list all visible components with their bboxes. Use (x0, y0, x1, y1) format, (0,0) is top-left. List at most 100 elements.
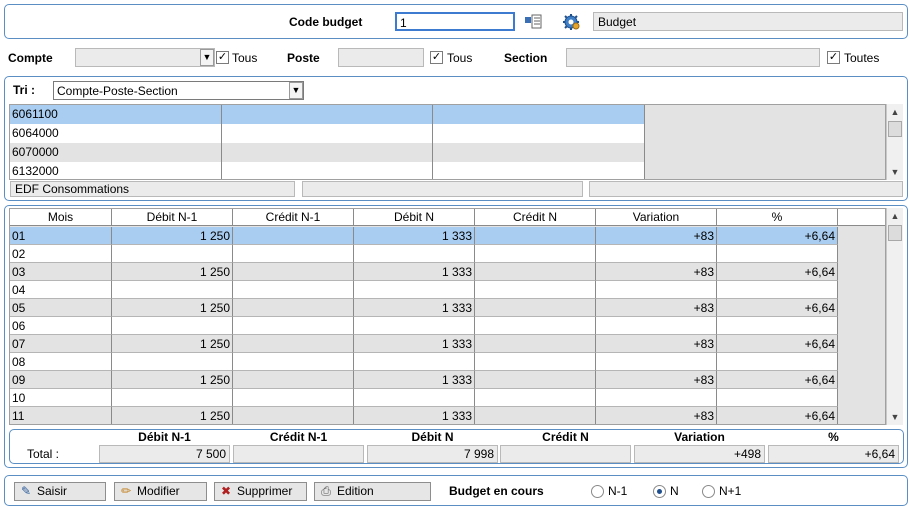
compte-tous-label: Tous (232, 51, 258, 65)
list-cell-poste (222, 143, 433, 162)
section-field[interactable] (566, 48, 820, 67)
table-row[interactable]: 10 (10, 389, 838, 407)
list-budget-icon[interactable] (524, 13, 542, 30)
modifier-label: Modifier (137, 484, 180, 498)
column-header-debit-n1[interactable]: Débit N-1 (112, 209, 233, 226)
cell-mois: 01 (10, 227, 112, 245)
edition-label: Edition (337, 484, 374, 498)
cell-variation (596, 245, 717, 263)
section-toutes-checkbox[interactable]: ✓ (827, 51, 840, 64)
radio-n-plus-1[interactable] (702, 485, 715, 498)
table-row[interactable]: 06 (10, 317, 838, 335)
column-header-credit-n[interactable]: Crédit N (475, 209, 596, 226)
column-header-debit-n[interactable]: Débit N (354, 209, 475, 226)
cell-credit-n (475, 299, 596, 317)
cell-variation: +83 (596, 263, 717, 281)
total-header-credit-n: Crédit N (542, 430, 589, 444)
grid-scroll-thumb[interactable] (888, 225, 902, 241)
table-row[interactable]: 05 1 250 1 333 +83 +6,64 (10, 299, 838, 317)
table-row[interactable]: 07 1 250 1 333 +83 +6,64 (10, 335, 838, 353)
supprimer-button[interactable]: ✖ Supprimer (214, 482, 307, 501)
poste-field[interactable] (338, 48, 424, 67)
compte-tous-checkbox[interactable]: ✓ (216, 51, 229, 64)
cell-mois: 04 (10, 281, 112, 299)
cell-pct (717, 389, 838, 407)
cell-credit-n1 (233, 281, 354, 299)
cell-credit-n (475, 245, 596, 263)
code-budget-input[interactable]: 1 (395, 12, 515, 31)
cell-variation (596, 317, 717, 335)
monthly-grid: Mois Débit N-1 Crédit N-1 Débit N Crédit… (9, 208, 886, 425)
column-header-variation[interactable]: Variation (596, 209, 717, 226)
column-header-credit-n1[interactable]: Crédit N-1 (233, 209, 354, 226)
cell-pct: +6,64 (717, 371, 838, 389)
cell-debit-n1: 1 250 (112, 371, 233, 389)
list-item[interactable]: 6064000 (10, 124, 645, 143)
list-item[interactable]: 6132000 (10, 162, 645, 179)
table-row[interactable]: 02 (10, 245, 838, 263)
cell-pct: +6,64 (717, 263, 838, 281)
gear-icon[interactable] (562, 13, 580, 31)
modifier-button[interactable]: ✏ Modifier (114, 482, 207, 501)
budget-en-cours-label: Budget en cours (449, 484, 544, 498)
cell-pct: +6,64 (717, 227, 838, 245)
scroll-up-icon[interactable]: ▲ (887, 208, 903, 224)
cell-debit-n (354, 353, 475, 371)
tri-dropdown-button[interactable]: ▼ (289, 82, 303, 99)
list-cell-code: 6132000 (10, 162, 222, 179)
check-icon: ✓ (217, 51, 228, 63)
list-scrollbar[interactable]: ▲ ▼ (886, 104, 903, 180)
cell-credit-n (475, 389, 596, 407)
table-row[interactable]: 09 1 250 1 333 +83 +6,64 (10, 371, 838, 389)
code-budget-label: Code budget (289, 15, 363, 29)
cell-credit-n (475, 317, 596, 335)
total-header-debit-n1: Débit N-1 (138, 430, 191, 444)
compte-dropdown-button[interactable]: ▼ (200, 49, 214, 66)
saisir-button[interactable]: ✎ Saisir (14, 482, 106, 501)
tri-select[interactable]: Compte-Poste-Section (53, 81, 304, 100)
cell-debit-n: 1 333 (354, 299, 475, 317)
cell-pct (717, 245, 838, 263)
check-icon: ✓ (431, 51, 442, 63)
radio-n[interactable] (653, 485, 666, 498)
cell-credit-n1 (233, 317, 354, 335)
total-header-pct: % (828, 430, 839, 444)
poste-tous-label: Tous (447, 51, 473, 65)
cell-credit-n (475, 371, 596, 389)
compte-select[interactable] (75, 48, 215, 67)
total-debit-n1: 7 500 (99, 445, 230, 463)
cell-debit-n (354, 317, 475, 335)
poste-label: Poste (287, 51, 320, 65)
list-cell-poste (222, 124, 433, 143)
cell-mois: 03 (10, 263, 112, 281)
cell-mois: 08 (10, 353, 112, 371)
table-row[interactable]: 01 1 250 1 333 +83 +6,64 (10, 227, 838, 245)
column-header-pct[interactable]: % (717, 209, 838, 226)
scroll-down-icon[interactable]: ▼ (887, 164, 903, 180)
list-scroll-thumb[interactable] (888, 121, 902, 137)
list-item[interactable]: 6070000 (10, 143, 645, 162)
cell-debit-n (354, 389, 475, 407)
list-cell-poste (222, 162, 433, 179)
cell-credit-n1 (233, 407, 354, 424)
edition-button[interactable]: ⎙ Edition (314, 482, 431, 501)
grid-scrollbar[interactable]: ▲ ▼ (886, 208, 903, 425)
scroll-up-icon[interactable]: ▲ (887, 104, 903, 120)
column-header-mois[interactable]: Mois (10, 209, 112, 226)
table-row[interactable]: 11 1 250 1 333 +83 +6,64 (10, 407, 838, 424)
total-header-variation: Variation (674, 430, 725, 444)
cell-debit-n1 (112, 353, 233, 371)
pencil-icon: ✏ (120, 484, 132, 498)
table-row[interactable]: 03 1 250 1 333 +83 +6,64 (10, 263, 838, 281)
radio-n-label: N (670, 484, 679, 498)
radio-n-minus-1[interactable] (591, 485, 604, 498)
list-item[interactable]: 6061100 (10, 105, 645, 124)
list-cell-poste (222, 105, 433, 124)
cell-variation (596, 353, 717, 371)
cell-credit-n (475, 407, 596, 424)
scroll-down-icon[interactable]: ▼ (887, 409, 903, 425)
total-credit-n1 (233, 445, 364, 463)
table-row[interactable]: 08 (10, 353, 838, 371)
table-row[interactable]: 04 (10, 281, 838, 299)
poste-tous-checkbox[interactable]: ✓ (430, 51, 443, 64)
